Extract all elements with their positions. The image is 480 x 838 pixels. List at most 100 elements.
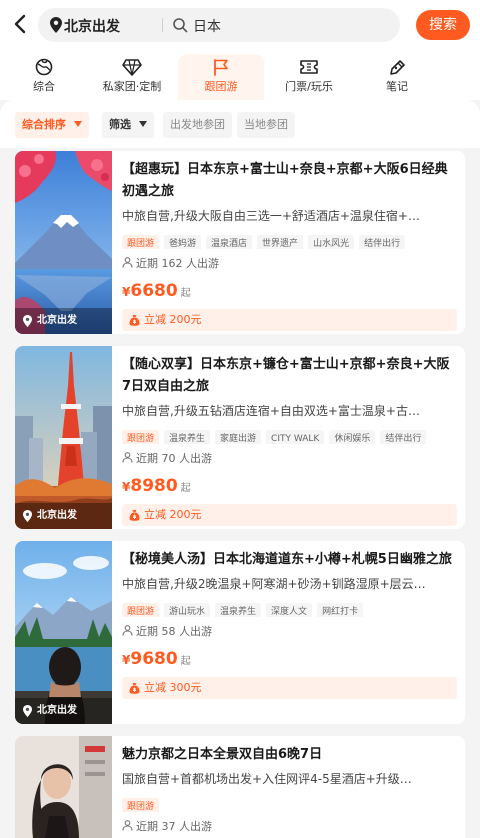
top-bar: 北京出发 日本 搜索 (0, 0, 480, 50)
product-title[interactable]: 【随心双享】日本东京+镰仓+富士山+京都+奈良+大阪7日双自由之旅 (122, 354, 457, 398)
filter-dropdown[interactable]: 筛选 (102, 112, 154, 138)
tab-label: 综合 (33, 80, 55, 93)
search-input[interactable]: 日本 (193, 16, 221, 36)
tab-label: 私家团·定制 (102, 80, 162, 93)
tab-all[interactable]: 综合 (16, 54, 72, 100)
product-subtitle: 中旅自营,升级2晚温泉+阿寒湖+砂汤+钏路湿原+层云… (122, 577, 426, 591)
search-button[interactable]: 搜索 (416, 10, 470, 40)
ticket-icon (300, 60, 318, 74)
visits-count: 近期 58 人出游 (122, 623, 457, 641)
tab-notes[interactable]: 笔记 (372, 54, 422, 100)
money-bag-icon (129, 315, 140, 326)
price: ¥9680 起 (122, 649, 457, 671)
tag-list: 跟团游 (122, 794, 457, 812)
caret-down-icon (138, 121, 147, 127)
product-image: 北京出发 (15, 151, 112, 334)
product-title[interactable]: 【超惠玩】日本东京+富士山+奈良+京都+大阪6日经典初遇之旅 (122, 159, 457, 203)
money-bag-icon (129, 510, 140, 521)
product-card[interactable]: 北京出发 【秘境美人汤】日本北海道道东+小樽+札幌5日幽雅之旅 中旅自营,升级2… (15, 541, 465, 724)
tag: 休闲娱乐 (329, 430, 376, 444)
price: ¥8980 起 (122, 476, 457, 498)
caret-down-icon (73, 121, 82, 127)
filter-bar: 综合排序 筛选 出发地参团 当地参团 (0, 100, 480, 148)
visits-count: 近期 70 人出游 (122, 450, 457, 468)
origin-label: 北京出发 (15, 503, 112, 529)
discount-text: 立减 200元 (144, 313, 202, 326)
tag: 游山玩水 (164, 603, 211, 617)
product-image (15, 736, 112, 838)
category-tabs: 综合 私家团·定制 跟团游 门票/玩乐 笔记 (0, 50, 480, 100)
tag: 爸妈游 (164, 235, 202, 249)
location-pin-icon (50, 17, 62, 33)
tab-private-tour[interactable]: 私家团·定制 (92, 54, 172, 100)
tag: 温泉酒店 (206, 235, 253, 249)
origin-label: 北京出发 (15, 308, 112, 334)
origin-text: 北京出发 (37, 705, 77, 716)
product-info: 魅力京都之日本全景双自由6晚7日 国旅自营+首都机场出发+入住网评4-5星酒店+… (122, 736, 457, 836)
product-card[interactable]: 魅力京都之日本全景双自由6晚7日 国旅自营+首都机场出发+入住网评4-5星酒店+… (15, 736, 465, 838)
product-card[interactable]: 北京出发 【超惠玩】日本东京+富士山+奈良+京都+大阪6日经典初遇之旅 中旅自营… (15, 151, 465, 334)
tab-tickets[interactable]: 门票/玩乐 (276, 54, 342, 100)
price-suffix: 起 (180, 288, 191, 299)
product-image: 北京出发 (15, 541, 112, 724)
product-subtitle: 国旅自营+首都机场出发+入住网评4-5星酒店+升级… (122, 772, 412, 786)
tag-list: 跟团游 爸妈游 温泉酒店 世界遗产 山水风光 结伴出行 (122, 231, 457, 249)
tab-label: 笔记 (386, 80, 408, 93)
sort-label: 综合排序 (22, 118, 66, 131)
discount-badge[interactable]: 立减 300元 (122, 677, 457, 699)
tag: 世界遗产 (257, 235, 304, 249)
tag: 跟团游 (122, 798, 160, 812)
filter-label: 筛选 (109, 118, 131, 131)
price-value: 6680 (130, 281, 178, 301)
product-image: 北京出发 (15, 346, 112, 529)
tag: 温泉养生 (215, 603, 262, 617)
tag: 结伴出行 (359, 235, 406, 249)
visits-text: 近期 70 人出游 (136, 452, 212, 465)
visits-count: 近期 162 人出游 (122, 255, 457, 273)
sort-dropdown[interactable]: 综合排序 (15, 112, 89, 138)
product-title[interactable]: 魅力京都之日本全景双自由6晚7日 (122, 744, 457, 766)
person-icon (122, 452, 133, 463)
person-icon (122, 625, 133, 636)
tag: 结伴出行 (380, 430, 427, 444)
tab-group-tour[interactable]: 跟团游 (178, 54, 264, 100)
price-value: 9680 (130, 649, 178, 669)
product-info: 【随心双享】日本东京+镰仓+富士山+京都+奈良+大阪7日双自由之旅 中旅自营,升… (122, 346, 457, 526)
visits-count: 近期 37 人出游 (122, 818, 457, 836)
product-info: 【超惠玩】日本东京+富士山+奈良+京都+大阪6日经典初遇之旅 中旅自营,升级大阪… (122, 151, 457, 331)
price-suffix: 起 (180, 656, 191, 667)
location-pin-icon (23, 705, 32, 717)
person-icon (122, 820, 133, 831)
price-suffix: 起 (180, 483, 191, 494)
origin-text: 北京出发 (37, 315, 77, 326)
origin-group-chip[interactable]: 出发地参团 (163, 112, 232, 138)
discount-text: 立减 200元 (144, 508, 202, 521)
local-group-chip[interactable]: 当地参团 (237, 112, 295, 138)
tag: 山水风光 (308, 235, 355, 249)
discount-badge[interactable]: 立减 200元 (122, 504, 457, 526)
product-title[interactable]: 【秘境美人汤】日本北海道道东+小樽+札幌5日幽雅之旅 (122, 549, 457, 571)
search-box[interactable]: 北京出发 日本 (38, 8, 400, 42)
product-subtitle: 中旅自营,升级五钻酒店连宿+自由双选+富士温泉+古… (122, 404, 420, 418)
person-icon (122, 257, 133, 268)
tag: 跟团游 (122, 430, 160, 444)
tab-label: 跟团游 (204, 80, 238, 93)
money-bag-icon (129, 683, 140, 694)
product-info: 【秘境美人汤】日本北海道道东+小樽+札幌5日幽雅之旅 中旅自营,升级2晚温泉+阿… (122, 541, 457, 699)
discount-badge[interactable]: 立减 200元 (122, 309, 457, 331)
tab-label: 门票/玩乐 (285, 80, 333, 93)
departure-city[interactable]: 北京出发 (64, 16, 120, 36)
pen-icon (390, 60, 405, 75)
product-subtitle: 中旅自营,升级大阪自由三选一+舒适酒店+温泉住宿+… (122, 209, 420, 223)
flag-icon (214, 59, 228, 76)
globe-icon (35, 58, 53, 76)
tag: 温泉养生 (164, 430, 211, 444)
back-arrow-icon[interactable] (10, 12, 32, 36)
product-card[interactable]: 北京出发 【随心双享】日本东京+镰仓+富士山+京都+奈良+大阪7日双自由之旅 中… (15, 346, 465, 529)
tag: 网红打卡 (317, 603, 364, 617)
discount-text: 立减 300元 (144, 681, 202, 694)
location-pin-icon (23, 315, 32, 327)
tag: CITY WALK (266, 430, 325, 444)
origin-label: 北京出发 (15, 698, 112, 724)
search-icon (173, 18, 188, 33)
